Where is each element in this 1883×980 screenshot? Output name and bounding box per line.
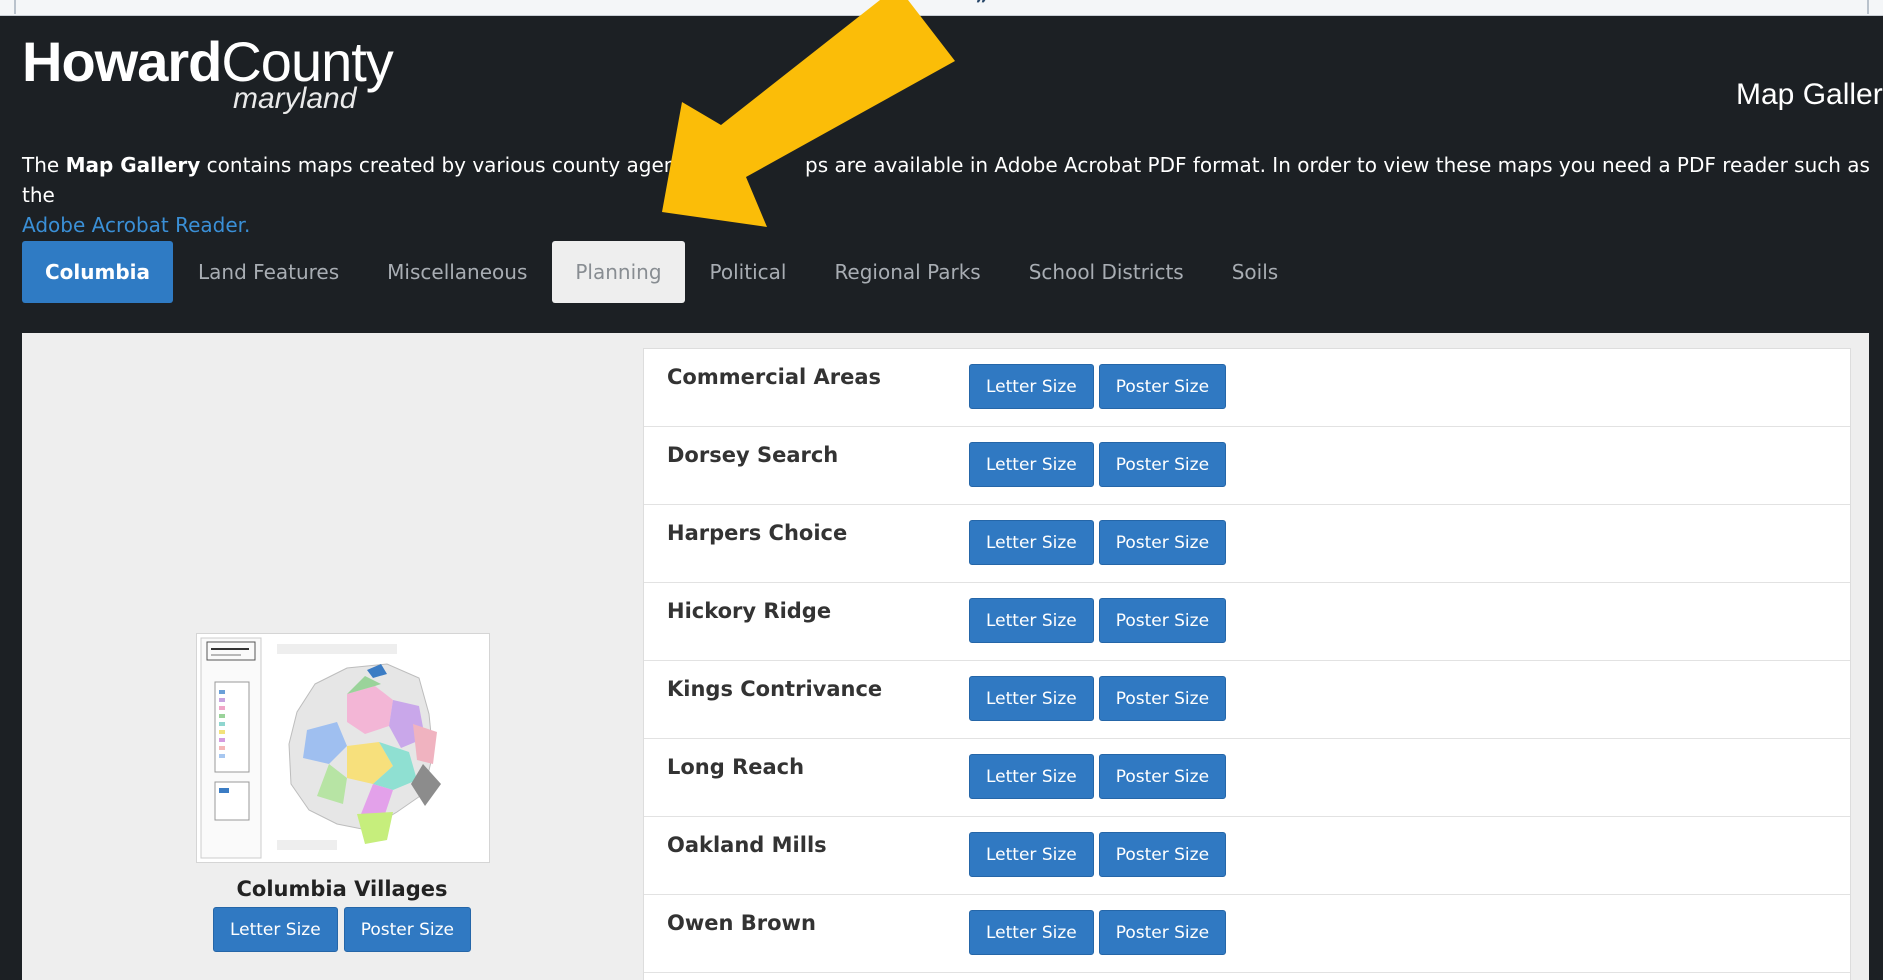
browser-frame-strip: ”: [0, 0, 1883, 16]
letter-size-button[interactable]: Letter Size: [969, 832, 1094, 877]
map-name: Long Reach: [667, 755, 805, 779]
letter-size-button[interactable]: Letter Size: [969, 676, 1094, 721]
map-row: Hickory Ridge Letter Size Poster Size: [644, 583, 1850, 661]
frame-edge-left: [14, 0, 16, 14]
letter-size-button[interactable]: Letter Size: [969, 364, 1094, 409]
map-name: Dorsey Search: [667, 443, 839, 467]
tab-political[interactable]: Political: [687, 241, 810, 303]
map-name: Oakland Mills: [667, 833, 827, 857]
tab-miscellaneous[interactable]: Miscellaneous: [364, 241, 550, 303]
map-name: Owen Brown: [667, 911, 816, 935]
map-row: Kings Contrivance Letter Size Poster Siz…: [644, 661, 1850, 739]
letter-size-button[interactable]: Letter Size: [969, 442, 1094, 487]
featured-map-preview: Columbia Villages Letter Size Poster Siz…: [194, 633, 494, 952]
map-row: Oakland Mills Letter Size Poster Size: [644, 817, 1850, 895]
letter-size-button[interactable]: Letter Size: [969, 520, 1094, 565]
tab-school-districts[interactable]: School Districts: [1006, 241, 1207, 303]
logo-subtitle: maryland: [233, 82, 357, 115]
map-list: Commercial Areas Letter Size Poster Size…: [643, 348, 1851, 980]
tab-soils[interactable]: Soils: [1209, 241, 1301, 303]
howard-county-logo[interactable]: HowardCounty maryland: [22, 34, 394, 116]
map-name: Kings Contrivance: [667, 677, 883, 701]
map-row: Harpers Choice Letter Size Poster Size: [644, 505, 1850, 583]
letter-size-button[interactable]: Letter Size: [969, 598, 1094, 643]
map-row-buttons: Letter Size Poster Size: [969, 832, 1227, 877]
logo-strong: Howard: [22, 30, 222, 93]
preview-poster-size-button[interactable]: Poster Size: [343, 907, 472, 952]
intro-bold: Map Gallery: [65, 153, 201, 177]
preview-title: Columbia Villages: [236, 877, 448, 901]
tab-land-features[interactable]: Land Features: [175, 241, 362, 303]
poster-size-button[interactable]: Poster Size: [1098, 442, 1227, 487]
frame-quote-mark: ”: [975, 0, 989, 16]
map-row-buttons: Letter Size Poster Size: [969, 442, 1227, 487]
map-row-buttons: Letter Size Poster Size: [969, 520, 1227, 565]
map-name: Commercial Areas: [667, 365, 882, 389]
preview-buttons: Letter Size Poster Size: [194, 907, 490, 952]
intro-text-a: contains maps created by various county …: [200, 153, 694, 177]
poster-size-button[interactable]: Poster Size: [1098, 364, 1227, 409]
map-row-buttons: Letter Size Poster Size: [969, 676, 1227, 721]
map-row-buttons: Letter Size Poster Size: [969, 598, 1227, 643]
poster-size-button[interactable]: Poster Size: [1098, 910, 1227, 955]
letter-size-button[interactable]: Letter Size: [969, 910, 1094, 955]
letter-size-button[interactable]: Letter Size: [969, 754, 1094, 799]
map-row: Long Reach Letter Size Poster Size: [644, 739, 1850, 817]
category-tabs: Columbia Land Features Miscellaneous Pla…: [22, 241, 1303, 303]
map-row: Owen Brown Letter Size Poster Size: [644, 895, 1850, 973]
adobe-reader-link[interactable]: Adobe Acrobat Reader.: [22, 210, 1883, 240]
poster-size-button[interactable]: Poster Size: [1098, 832, 1227, 877]
map-row-buttons: Letter Size Poster Size: [969, 364, 1227, 409]
tab-columbia[interactable]: Columbia: [22, 241, 174, 303]
poster-size-button[interactable]: Poster Size: [1098, 520, 1227, 565]
poster-size-button[interactable]: Poster Size: [1098, 676, 1227, 721]
tab-regional-parks[interactable]: Regional Parks: [811, 241, 1003, 303]
map-row-buttons: Letter Size Poster Size: [969, 910, 1227, 955]
map-name: Hickory Ridge: [667, 599, 832, 623]
tab-content-panel: Columbia Villages Letter Size Poster Siz…: [22, 333, 1869, 980]
map-row: Commercial Areas Letter Size Poster Size: [644, 349, 1850, 427]
poster-size-button[interactable]: Poster Size: [1098, 598, 1227, 643]
map-name: Harpers Choice: [667, 521, 848, 545]
intro-paragraph: The Map Gallery contains maps created by…: [22, 150, 1883, 240]
preview-letter-size-button[interactable]: Letter Size: [212, 907, 338, 952]
map-gallery-page: HowardCounty maryland Map Galler The Map…: [0, 16, 1883, 980]
poster-size-button[interactable]: Poster Size: [1098, 754, 1227, 799]
map-row: Dorsey Search Letter Size Poster Size: [644, 427, 1850, 505]
columbia-villages-map-thumbnail[interactable]: [196, 633, 490, 863]
map-thumbnail-image: [197, 634, 489, 862]
tab-planning[interactable]: Planning: [552, 241, 685, 303]
page-title: Map Galler: [1736, 78, 1883, 111]
map-row-buttons: Letter Size Poster Size: [969, 754, 1227, 799]
frame-edge-right: [1867, 0, 1869, 14]
intro-prefix: The: [22, 153, 66, 177]
